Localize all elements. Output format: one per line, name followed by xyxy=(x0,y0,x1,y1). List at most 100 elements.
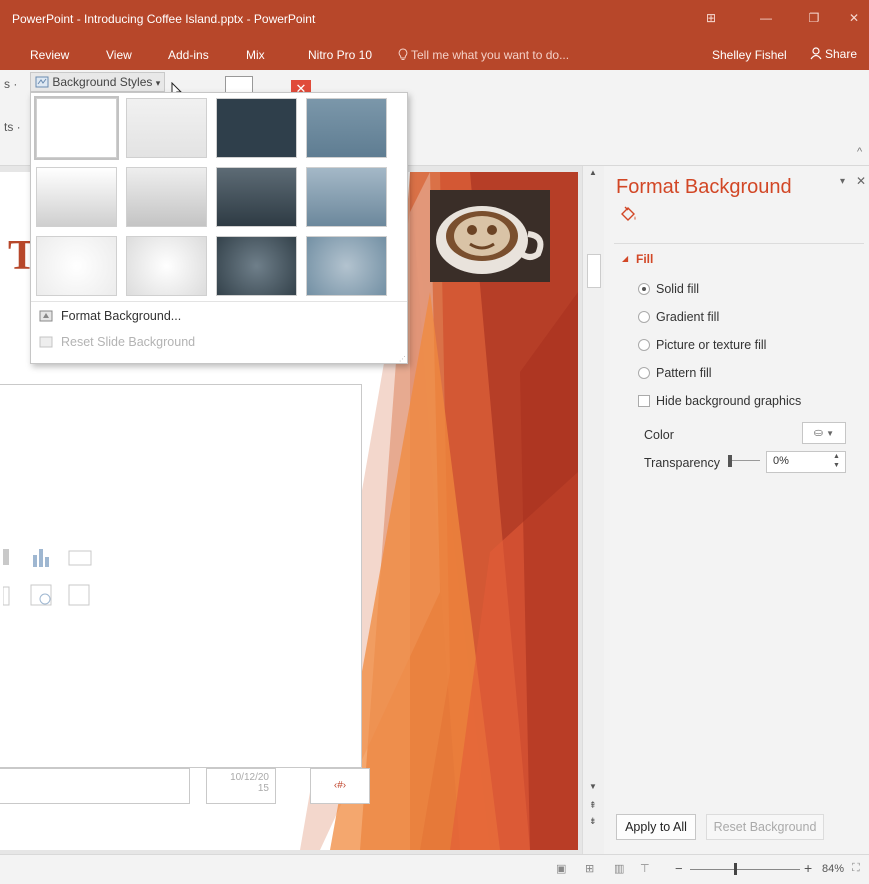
background-style-9[interactable] xyxy=(36,236,117,296)
background-style-1[interactable] xyxy=(34,96,119,160)
normal-view-icon[interactable]: ▣ xyxy=(556,862,566,875)
scroll-thumb[interactable] xyxy=(587,254,601,288)
transparency-value: 0% xyxy=(773,455,789,467)
background-style-8[interactable] xyxy=(306,167,387,227)
solid-fill-label[interactable]: Solid fill xyxy=(656,282,699,296)
hide-background-graphics-checkbox[interactable] xyxy=(638,395,650,407)
gallery-divider xyxy=(31,301,407,302)
close-button[interactable]: ✕ xyxy=(840,8,868,28)
footer-placeholder[interactable] xyxy=(0,768,190,804)
apply-to-all-label: Apply to All xyxy=(625,820,687,834)
background-style-3[interactable] xyxy=(216,98,297,158)
slide-number-text: ‹#› xyxy=(333,780,347,791)
tab-review[interactable]: Review xyxy=(30,48,69,62)
reset-background-button[interactable]: Reset Background xyxy=(706,814,824,840)
canvas-vertical-scrollbar[interactable]: ▲ ▼ ⇞ ⇟ xyxy=(582,166,604,854)
zoom-slider-track[interactable] xyxy=(690,869,800,870)
coffee-cup-image[interactable] xyxy=(430,190,550,282)
reset-background-icon xyxy=(39,336,53,348)
slide-number-placeholder[interactable]: ‹#› xyxy=(310,768,370,804)
format-background-icon xyxy=(39,310,53,322)
ribbon-tab-row: Review View Add-ins Mix Nitro Pro 10 Tel… xyxy=(0,40,869,70)
background-style-10[interactable] xyxy=(126,236,207,296)
content-placeholder[interactable] xyxy=(0,384,362,768)
chevron-down-icon: ▾ xyxy=(155,78,161,88)
pattern-fill-radio[interactable] xyxy=(638,367,650,379)
content-insert-icons xyxy=(2,549,92,606)
date-line-1: 10/12/20 xyxy=(230,772,269,783)
background-styles-button[interactable]: Background Styles ▾ xyxy=(30,72,166,92)
background-styles-label: Background Styles xyxy=(52,75,153,89)
tab-add-ins[interactable]: Add-ins xyxy=(168,48,209,62)
format-background-menu-item[interactable]: Format Background... xyxy=(39,309,181,323)
minimize-button[interactable]: — xyxy=(752,8,780,28)
slide-sorter-icon[interactable]: ⊞ xyxy=(585,862,594,875)
zoom-slider-thumb[interactable] xyxy=(734,863,737,875)
fill-section-header[interactable]: Fill xyxy=(636,252,653,266)
picture-texture-fill-label[interactable]: Picture or texture fill xyxy=(656,338,766,352)
person-icon xyxy=(810,47,822,60)
ribbon-fragment-2[interactable]: ts · xyxy=(4,120,21,134)
background-style-4[interactable] xyxy=(306,98,387,158)
color-label: Color xyxy=(644,428,674,442)
title-bar: PowerPoint - Introducing Coffee Island.p… xyxy=(0,0,869,40)
zoom-in-button[interactable]: + xyxy=(804,860,812,876)
reset-slide-background-label: Reset Slide Background xyxy=(61,335,196,349)
collapse-fill-icon[interactable]: ◢ xyxy=(622,254,628,263)
background-styles-gallery: Format Background... Reset Slide Backgro… xyxy=(30,92,408,364)
ribbon-display-options-button[interactable]: ⊞ xyxy=(697,8,725,28)
coffee-cup-picture xyxy=(430,190,550,282)
fit-slide-icon[interactable]: ⛶ xyxy=(852,862,860,875)
reset-slide-background-menu-item[interactable]: Reset Slide Background xyxy=(39,335,195,349)
transparency-slider-track[interactable] xyxy=(730,460,760,461)
share-label: Share xyxy=(825,47,858,61)
pane-close-icon[interactable]: ✕ xyxy=(856,174,866,188)
gradient-fill-label[interactable]: Gradient fill xyxy=(656,310,719,324)
apply-to-all-button[interactable]: Apply to All xyxy=(616,814,696,840)
chevron-down-icon: ▼ xyxy=(826,429,835,438)
previous-slide-icon[interactable]: ⇞ xyxy=(589,800,597,811)
transparency-slider-thumb[interactable] xyxy=(728,455,732,467)
background-style-5[interactable] xyxy=(36,167,117,227)
share-button[interactable]: Share xyxy=(810,47,857,61)
fill-bucket-icon[interactable] xyxy=(618,204,638,224)
ribbon-fragment-1[interactable]: s · xyxy=(4,77,17,91)
hide-background-graphics-label[interactable]: Hide background graphics xyxy=(656,394,801,408)
background-style-11[interactable] xyxy=(216,236,297,296)
background-style-6[interactable] xyxy=(126,167,207,227)
collapse-ribbon-icon[interactable]: ^ xyxy=(857,146,862,158)
tell-me-search[interactable]: Tell me what you want to do... xyxy=(398,48,569,62)
user-name[interactable]: Shelley Fishel xyxy=(712,48,787,62)
resize-grip-icon[interactable]: ⋰ xyxy=(399,355,406,363)
reset-background-label: Reset Background xyxy=(713,820,817,834)
slide-show-icon[interactable]: ⊤ xyxy=(640,862,650,875)
pattern-fill-label[interactable]: Pattern fill xyxy=(656,366,712,380)
picture-texture-fill-radio[interactable] xyxy=(638,339,650,351)
tab-mix[interactable]: Mix xyxy=(246,48,265,62)
background-style-12[interactable] xyxy=(306,236,387,296)
reading-view-icon[interactable]: ▥ xyxy=(614,862,624,875)
pane-divider xyxy=(614,243,864,244)
format-background-pane: Format Background ▾ ✕ ◢ Fill Solid fill … xyxy=(604,166,869,854)
insert-content-icons xyxy=(2,545,103,618)
restore-button[interactable]: ❐ xyxy=(800,8,828,28)
zoom-out-button[interactable]: − xyxy=(675,861,683,876)
pane-options-icon[interactable]: ▾ xyxy=(840,176,845,187)
zoom-level[interactable]: 84% xyxy=(822,863,844,875)
scroll-down-icon[interactable]: ▼ xyxy=(589,782,597,791)
spinner-arrows-icon[interactable]: ▲ ▼ xyxy=(833,452,840,470)
gradient-fill-radio[interactable] xyxy=(638,311,650,323)
solid-fill-radio[interactable] xyxy=(638,283,650,295)
tab-nitro-pro[interactable]: Nitro Pro 10 xyxy=(308,48,372,62)
background-style-7[interactable] xyxy=(216,167,297,227)
transparency-spinner[interactable]: 0% ▲ ▼ xyxy=(766,451,846,473)
background-style-2[interactable] xyxy=(126,98,207,158)
status-bar: ▣ ⊞ ▥ ⊤ − + 84% ⛶ xyxy=(0,854,869,884)
window-title: PowerPoint - Introducing Coffee Island.p… xyxy=(12,12,316,26)
date-placeholder[interactable]: 10/12/20 15 xyxy=(206,768,276,804)
tab-view[interactable]: View xyxy=(106,48,132,62)
next-slide-icon[interactable]: ⇟ xyxy=(589,816,597,827)
pane-title: Format Background xyxy=(616,176,792,198)
color-picker-button[interactable]: ⛀ ▼ xyxy=(802,422,846,444)
scroll-up-icon[interactable]: ▲ xyxy=(589,168,597,177)
